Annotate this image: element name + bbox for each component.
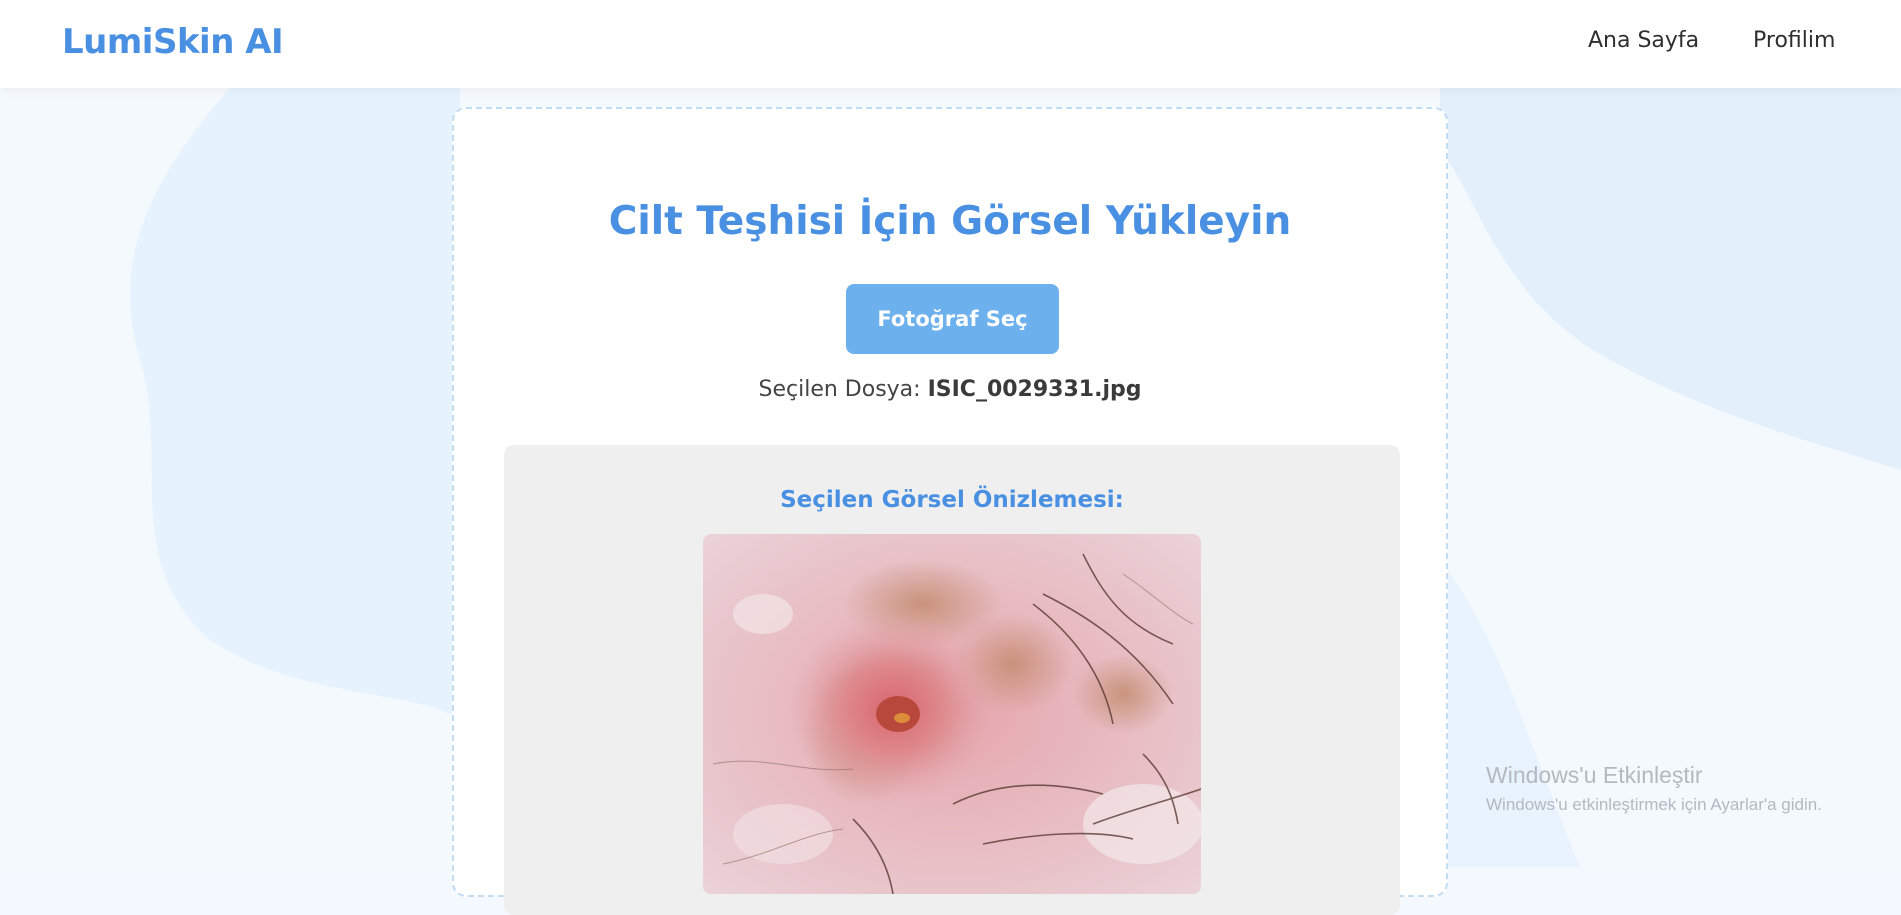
nav-link-home[interactable]: Ana Sayfa (1588, 28, 1699, 53)
preview-panel: Seçilen Görsel Önizlemesi: (504, 445, 1400, 915)
logo[interactable]: LumiSkin AI (62, 22, 284, 62)
preview-title: Seçilen Görsel Önizlemesi: (780, 487, 1124, 513)
upload-card: Cilt Teşhisi İçin Görsel Yükleyin Fotoğr… (452, 107, 1448, 915)
nav-link-profile[interactable]: Profilim (1753, 28, 1835, 53)
watermark-title: Windows'u Etkinleştir (1486, 762, 1703, 788)
preview-image (703, 534, 1201, 894)
watermark-subtitle: Windows'u etkinleştirmek için Ayarlar'a … (1486, 795, 1822, 814)
page-title: Cilt Teşhisi İçin Görsel Yükleyin (608, 199, 1292, 244)
selected-file-name: ISIC_0029331.jpg (927, 377, 1142, 402)
choose-photo-button[interactable]: Fotoğraf Seç (846, 284, 1059, 354)
selected-file-label: Seçilen Dosya: (758, 377, 921, 402)
selected-file-info: Seçilen Dosya: ISIC_0029331.jpg (454, 377, 1446, 402)
top-navbar: LumiSkin AI Ana Sayfa Profilim (0, 0, 1901, 88)
windows-activation-watermark: Windows'u Etkinleştir Windows'u etkinleş… (1486, 762, 1822, 815)
